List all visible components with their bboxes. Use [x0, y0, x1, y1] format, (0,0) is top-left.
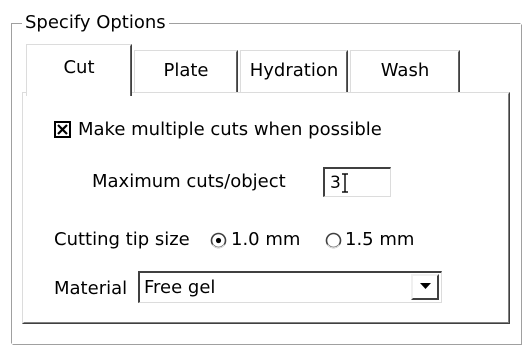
tab-cut[interactable]: Cut: [26, 44, 132, 96]
tip-size-1-0-radio[interactable]: [210, 232, 227, 249]
tab-plate[interactable]: Plate: [134, 50, 238, 94]
tip-size-1-5-label[interactable]: 1.5 mm: [345, 227, 414, 253]
material-label: Material: [54, 278, 128, 299]
x-check-icon: [57, 124, 68, 135]
material-dropdown-button[interactable]: [411, 274, 439, 300]
max-cuts-input[interactable]: [325, 169, 390, 196]
tab-hydration[interactable]: Hydration: [240, 50, 348, 94]
tip-size-1-0-label[interactable]: 1.0 mm: [231, 227, 300, 253]
options-groupbox-title: Specify Options: [22, 10, 169, 36]
tip-size-label: Cutting tip size: [54, 229, 190, 250]
options-dialog: Specify Options Plate Hydration Wash Cut…: [0, 0, 524, 348]
chevron-down-icon: [419, 283, 431, 289]
multiple-cuts-label[interactable]: Make multiple cuts when possible: [78, 117, 382, 143]
max-cuts-label: Maximum cuts/object: [92, 171, 286, 192]
max-cuts-field[interactable]: [323, 167, 391, 197]
multiple-cuts-checkbox[interactable]: [54, 121, 71, 138]
material-select-value: Free gel: [144, 277, 216, 298]
tab-wash[interactable]: Wash: [350, 50, 460, 94]
material-select[interactable]: Free gel: [138, 271, 442, 303]
tip-size-1-5-radio[interactable]: [325, 232, 342, 249]
